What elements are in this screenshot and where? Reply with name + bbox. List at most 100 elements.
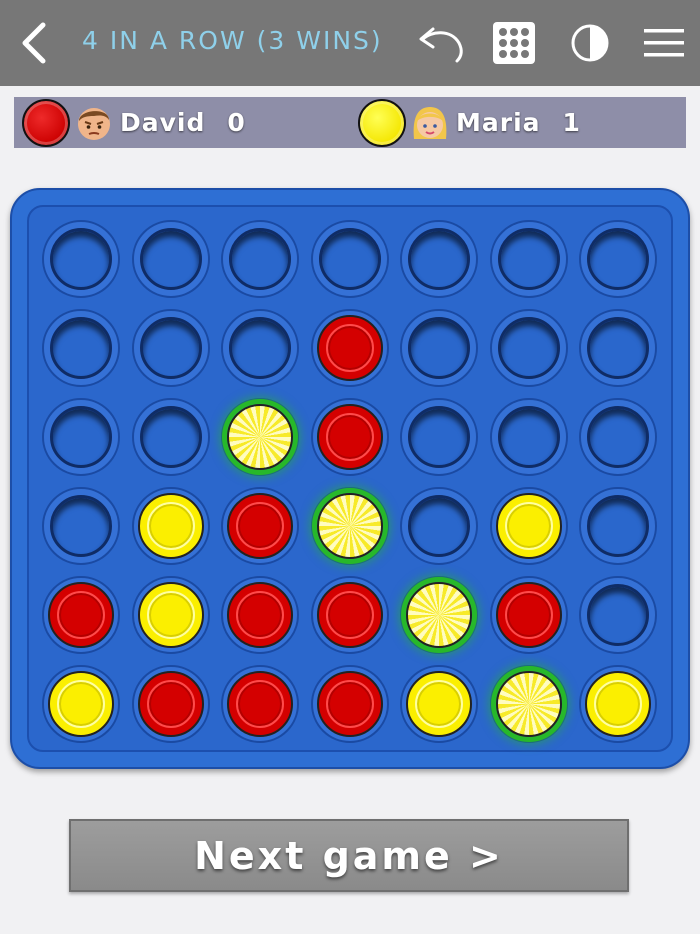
empty-hole	[229, 317, 291, 379]
red-chip-icon	[22, 98, 70, 147]
board-cell-r4-c1[interactable]	[42, 487, 120, 565]
red-disc	[227, 671, 293, 737]
empty-hole	[587, 495, 649, 557]
board-cell-r6-c3[interactable]	[221, 665, 299, 743]
board-cell-r1-c2[interactable]	[131, 220, 210, 298]
board-grid	[27, 205, 673, 752]
board-cell-r4-c3[interactable]	[221, 487, 299, 565]
board-cell-r1-c5[interactable]	[400, 220, 478, 298]
empty-hole	[497, 406, 560, 468]
board-cell-r1-c3[interactable]	[221, 220, 299, 298]
red-disc	[227, 582, 293, 648]
board-cell-r4-c2[interactable]	[131, 487, 210, 565]
winning-yellow-disc	[227, 404, 293, 470]
board-cell-r1-c7[interactable]	[579, 220, 657, 298]
empty-hole	[587, 228, 649, 290]
next-game-button[interactable]: Next game >	[69, 819, 629, 892]
red-disc	[495, 582, 562, 648]
board-cell-r2-c6[interactable]	[489, 309, 568, 387]
contrast-icon	[571, 24, 609, 62]
board-cell-r5-c6[interactable]	[489, 576, 568, 654]
yellow-disc	[406, 671, 472, 737]
game-board[interactable]	[10, 188, 690, 769]
empty-hole	[50, 406, 112, 468]
empty-hole	[587, 406, 649, 468]
yellow-chip-icon	[358, 98, 406, 147]
empty-hole	[587, 317, 649, 379]
yellow-disc	[585, 671, 651, 737]
player-two: Maria 1	[358, 97, 581, 148]
player-one-score: 0	[227, 108, 246, 137]
menu-button[interactable]	[636, 13, 692, 73]
next-game-label: Next game >	[194, 833, 504, 878]
board-cell-r2-c4[interactable]	[310, 309, 389, 387]
board-cell-r4-c7[interactable]	[579, 487, 657, 565]
board-cell-r2-c2[interactable]	[131, 309, 210, 387]
undo-button[interactable]	[410, 13, 470, 73]
board-cell-r2-c7[interactable]	[579, 309, 657, 387]
player-one-name: David	[120, 108, 206, 137]
board-cell-r3-c7[interactable]	[579, 398, 657, 476]
board-cell-r5-c2[interactable]	[131, 576, 210, 654]
player-one: David 0	[22, 97, 246, 148]
empty-hole	[408, 495, 470, 557]
yellow-disc	[495, 493, 562, 559]
board-cell-r4-c6[interactable]	[489, 487, 568, 565]
empty-hole	[408, 228, 470, 290]
chevron-left-icon	[22, 22, 46, 64]
winning-yellow-disc	[495, 671, 562, 737]
red-disc	[48, 582, 114, 648]
board-cell-r3-c6[interactable]	[489, 398, 568, 476]
board-cell-r5-c3[interactable]	[221, 576, 299, 654]
menu-icon	[644, 29, 684, 57]
empty-hole	[139, 228, 202, 290]
boy-avatar-icon	[78, 107, 110, 140]
red-disc	[316, 315, 383, 381]
board-cell-r1-c1[interactable]	[42, 220, 120, 298]
board-size-button[interactable]	[486, 13, 542, 73]
yellow-disc	[137, 582, 204, 648]
board-cell-r3-c1[interactable]	[42, 398, 120, 476]
back-button[interactable]	[6, 13, 62, 73]
player-two-score: 1	[562, 108, 581, 137]
board-cell-r6-c4[interactable]	[310, 665, 389, 743]
red-disc	[227, 493, 293, 559]
yellow-disc	[48, 671, 114, 737]
red-disc	[316, 404, 383, 470]
board-cell-r6-c6[interactable]	[489, 665, 568, 743]
board-cell-r2-c1[interactable]	[42, 309, 120, 387]
empty-hole	[50, 317, 112, 379]
board-cell-r3-c4[interactable]	[310, 398, 389, 476]
board-cell-r6-c5[interactable]	[400, 665, 478, 743]
board-cell-r3-c2[interactable]	[131, 398, 210, 476]
red-disc	[137, 671, 204, 737]
empty-hole	[50, 228, 112, 290]
board-cell-r4-c4[interactable]	[310, 487, 389, 565]
score-bar: David 0 Maria 1	[14, 97, 686, 148]
board-cell-r2-c3[interactable]	[221, 309, 299, 387]
yellow-disc	[137, 493, 204, 559]
grid-icon	[493, 22, 535, 64]
empty-hole	[408, 317, 470, 379]
board-cell-r5-c1[interactable]	[42, 576, 120, 654]
empty-hole	[587, 584, 649, 646]
winning-yellow-disc	[316, 493, 383, 559]
board-cell-r3-c3[interactable]	[221, 398, 299, 476]
board-cell-r5-c4[interactable]	[310, 576, 389, 654]
board-cell-r6-c2[interactable]	[131, 665, 210, 743]
empty-hole	[408, 406, 470, 468]
empty-hole	[139, 406, 202, 468]
board-cell-r6-c7[interactable]	[579, 665, 657, 743]
winning-yellow-disc	[406, 582, 472, 648]
board-cell-r6-c1[interactable]	[42, 665, 120, 743]
board-cell-r5-c5[interactable]	[400, 576, 478, 654]
theme-button[interactable]	[562, 13, 618, 73]
board-cell-r3-c5[interactable]	[400, 398, 478, 476]
board-cell-r4-c5[interactable]	[400, 487, 478, 565]
top-bar: 4 IN A ROW (3 WINS)	[0, 0, 700, 86]
board-cell-r5-c7[interactable]	[579, 576, 657, 654]
board-cell-r1-c6[interactable]	[489, 220, 568, 298]
red-disc	[316, 671, 383, 737]
board-cell-r2-c5[interactable]	[400, 309, 478, 387]
board-cell-r1-c4[interactable]	[310, 220, 389, 298]
